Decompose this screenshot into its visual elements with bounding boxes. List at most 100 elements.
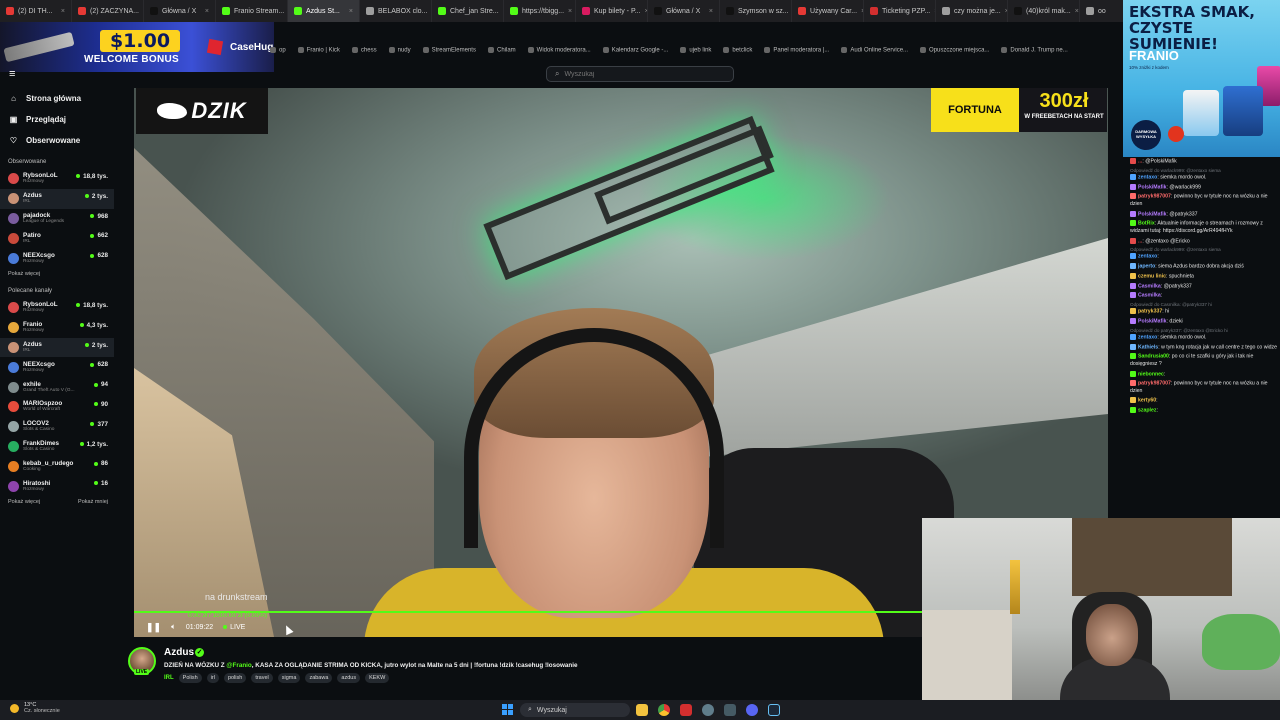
chat-username[interactable]: patryk987007 (1138, 381, 1171, 387)
browser-tab[interactable]: czy można je...× (936, 0, 1008, 22)
sidebar-channel[interactable]: RybsonLoL Rozmowy 18,8 tys. (0, 169, 114, 189)
bookmark-item[interactable]: Franio | Kick (298, 47, 340, 53)
bookmark-item[interactable]: Donald J. Trump ne... (1001, 47, 1067, 53)
sidebar-channel[interactable]: FrankDimes Slots & Casino 1,2 tys. (0, 437, 114, 457)
show-more-recommended[interactable]: Pokaż więcej (8, 499, 40, 505)
chat-message[interactable]: Odpowiedź do patryk337: @zentaxo @Ericko… (1130, 327, 1280, 343)
menu-icon[interactable]: ≡ (9, 68, 15, 80)
chat-message[interactable]: Odpowiedź do Casmilka: @patryk337 hi patr… (1130, 301, 1280, 317)
browser-tab[interactable]: Kup bilety - P...× (576, 0, 648, 22)
casehug-ad-banner[interactable]: $1.00 WELCOME BONUS CaseHug (0, 22, 274, 72)
bookmark-item[interactable]: Widok moderatora... (528, 47, 591, 53)
browser-tab[interactable]: Ticketing PZP...× (864, 0, 936, 22)
sidebar-channel[interactable]: kebab_u_rudego Cooking 86 (0, 456, 114, 476)
sidebar-channel[interactable]: NEEXcsgo Rozmowy 628 (0, 357, 114, 377)
chat-message[interactable]: Sandrusia00: po co ci te szafki u góry j… (1130, 352, 1280, 369)
sidebar-nav-heart[interactable]: ♡ Obserwowane (0, 130, 114, 151)
sidebar-channel[interactable]: Hiratoshi Rozmowy 16 (0, 476, 114, 496)
franio-ad[interactable]: EKSTRA SMAK, CZYSTE SUMIENIE! FRANIO 10%… (1123, 0, 1280, 157)
chat-message[interactable]: Odpowiedź do warlack999: @zentaxo siema z… (1130, 167, 1280, 183)
sidebar-channel[interactable]: exhile Grand Theft Auto V (G... 94 (0, 377, 114, 397)
stream-tag[interactable]: polish (223, 673, 247, 683)
chat-username[interactable]: czemu linic (1138, 273, 1166, 279)
show-more-followed[interactable]: Pokaż więcej (0, 268, 114, 280)
chat-username[interactable]: kerty60 (1138, 398, 1156, 404)
stream-category[interactable]: IRL (164, 673, 174, 683)
weather-widget[interactable]: 13°C Cz. słonecznie (10, 702, 60, 714)
chat-username[interactable]: Casmilka (1138, 283, 1161, 289)
chat-username[interactable]: zentaxo (1138, 334, 1157, 340)
sidebar-nav-browse[interactable]: ▣ Przeglądaj (0, 109, 114, 130)
bookmark-item[interactable]: StreamElements (423, 47, 476, 53)
chat-username[interactable]: BotRix (1138, 221, 1155, 227)
close-icon[interactable]: × (349, 8, 353, 15)
chat-username[interactable]: patryk987007 (1138, 194, 1171, 200)
chat-username[interactable]: Casmilka (1138, 293, 1161, 299)
sidebar-channel[interactable]: LOCOV2 Slots & Casino 377 (0, 417, 114, 437)
chat-message[interactable]: PolskiMafik: @patryk337 (1130, 210, 1280, 220)
sidebar-channel[interactable]: Azdus IRL 2 tys. (0, 188, 114, 209)
chrome-icon[interactable] (658, 704, 670, 716)
chat-username[interactable]: PolskiMafik (1138, 211, 1167, 217)
file-explorer-icon[interactable] (636, 704, 648, 716)
chat-message[interactable]: czemu linic: spuchnieta (1130, 272, 1280, 282)
streamer-name[interactable]: Azdus (164, 647, 194, 658)
chat-message[interactable]: ...: @zentaxo @Ericko (1130, 237, 1280, 247)
stream-tag[interactable]: KEKW (365, 673, 390, 683)
stream-tag[interactable]: Polish (178, 673, 202, 683)
chat-message[interactable]: Odpowiedź do warlack999: @zentaxo siema z… (1130, 246, 1280, 262)
stream-tag[interactable]: sigma (277, 673, 301, 683)
sidebar-channel[interactable]: Patiro IRL 662 (0, 228, 114, 248)
chat-username[interactable]: zentaxo (1138, 254, 1157, 260)
taskbar-search[interactable]: ⌕ Wyszukaj (520, 703, 630, 717)
stream-tag[interactable]: zabawa (305, 673, 333, 683)
search-input[interactable] (564, 70, 715, 78)
close-icon[interactable]: × (709, 8, 713, 15)
sidebar-nav-home[interactable]: ⌂ Strona główna (0, 88, 114, 109)
chat-username[interactable]: niebonnec (1138, 371, 1164, 377)
browser-tab[interactable]: BELABOX clo...× (360, 0, 432, 22)
volume-icon[interactable]: 🔈︎ (171, 622, 176, 632)
chat-message[interactable]: Casmilka: (1130, 291, 1280, 301)
chat-username[interactable]: patryk337 (1138, 309, 1162, 315)
sidebar-channel[interactable]: NEEXcsgo Rozmowy 628 (0, 248, 114, 268)
chat-username[interactable]: Sandrusia00 (1138, 354, 1169, 360)
close-icon[interactable]: × (1075, 8, 1079, 15)
chat-message[interactable]: japerto: siema Azdus bardzo dobra akcja … (1130, 262, 1280, 272)
sidebar-channel[interactable]: Franio Rozmowy 4,3 tys. (0, 318, 114, 338)
show-less-recommended[interactable]: Pokaż mniej (78, 499, 108, 505)
chat-username[interactable]: zentaxo (1138, 174, 1157, 180)
browser-tab[interactable]: https://tbigg... × (504, 0, 576, 22)
bookmark-item[interactable]: Opuszczone miejsca... (920, 47, 989, 53)
chat-message[interactable]: PolskiMafik: @warlack999 (1130, 183, 1280, 193)
stream-title-mention[interactable]: @Franio (226, 662, 251, 669)
chat-message[interactable]: BotRix: Aktualnie informacje o streamach… (1130, 219, 1280, 236)
chat-username[interactable]: PolskiMafik (1138, 318, 1167, 324)
bookmark-item[interactable]: nudy (389, 47, 411, 53)
close-icon[interactable]: × (205, 8, 209, 15)
browser-tab[interactable]: (2) DI TH... × (0, 0, 72, 22)
browser-tab[interactable]: Główna / X × (144, 0, 216, 22)
chat-message[interactable]: szaplez: (1130, 406, 1280, 416)
pause-icon[interactable]: ❚❚ (146, 622, 161, 633)
settings-icon[interactable] (702, 704, 714, 716)
bookmark-item[interactable]: chess (352, 47, 377, 53)
browser-tab[interactable]: (40)król mak... × (1008, 0, 1080, 22)
bookmark-item[interactable]: Kalendarz Google -... (603, 47, 669, 53)
windows-start-icon[interactable] (502, 704, 513, 715)
chat-message[interactable]: Kathiels: w tym kng rotacja jak w call c… (1130, 343, 1280, 353)
bookmark-item[interactable]: Panel moderatora |... (764, 47, 829, 53)
browser-tab[interactable]: Chef_jan Stre...× (432, 0, 504, 22)
chat-message[interactable]: PolskiMafik: dzieki (1130, 317, 1280, 327)
chat-message[interactable]: ...: @PolskiMafik (1130, 157, 1280, 167)
sidebar-channel[interactable]: pajadock League of Legends 968 (0, 209, 114, 229)
browser-tab[interactable]: Szymson w sz...× (720, 0, 792, 22)
fortuna-ad[interactable]: FORTUNA 300zł W FREEBETACH NA START (931, 88, 1107, 132)
bookmark-item[interactable]: ujeb link (680, 47, 711, 53)
app-red-icon[interactable] (680, 704, 692, 716)
chat-message[interactable]: Casmilka: @patryk337 (1130, 282, 1280, 292)
app-window-icon[interactable] (724, 704, 736, 716)
stream-tag[interactable]: azdus (337, 673, 361, 683)
bookmark-item[interactable]: Chilam (488, 47, 516, 53)
close-icon[interactable]: × (568, 8, 572, 15)
